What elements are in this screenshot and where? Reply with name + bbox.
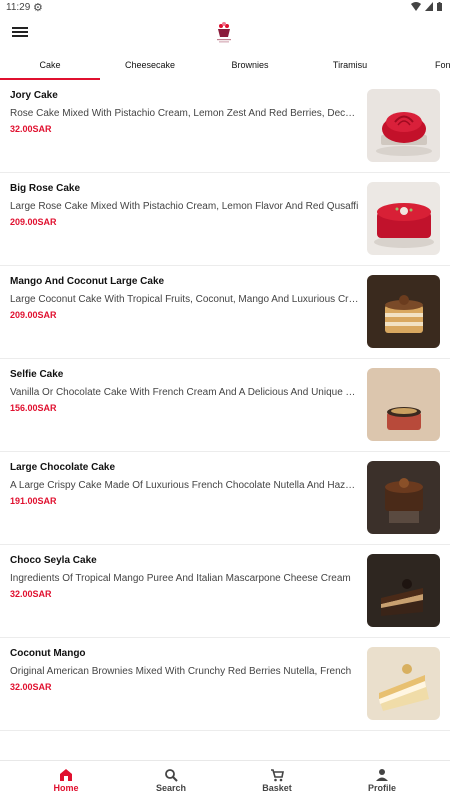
app-logo	[209, 17, 239, 47]
wifi-icon	[411, 2, 421, 11]
status-bar: 11:29 ⚙	[0, 0, 450, 16]
menu-icon-line	[12, 35, 28, 37]
menu-icon-line	[12, 27, 28, 29]
product-image	[367, 554, 440, 627]
bottom-navigation: Home Search Basket Profile	[0, 760, 450, 800]
product-description: Large Coconut Cake With Tropical Fruits,…	[10, 294, 360, 305]
product-description: Large Rose Cake Mixed With Pistachio Cre…	[10, 201, 359, 212]
product-description: Ingredients Of Tropical Mango Puree And …	[10, 573, 351, 584]
category-tabs: Cake Cheesecake Brownies Tiramisu Fon	[0, 54, 450, 80]
battery-icon	[437, 2, 442, 11]
tab-tiramisu[interactable]: Tiramisu	[300, 54, 400, 80]
app-bar	[0, 16, 450, 54]
tab-cheesecake[interactable]: Cheesecake	[100, 54, 200, 80]
tab-cake[interactable]: Cake	[0, 54, 100, 80]
menu-icon-line	[12, 31, 28, 33]
product-image	[367, 368, 440, 441]
product-name: Jory Cake	[10, 90, 58, 101]
product-item[interactable]: Mango And Coconut Large Cake Large Cocon…	[0, 266, 450, 359]
nav-profile[interactable]: Profile	[352, 765, 412, 799]
product-price: 191.00SAR	[10, 496, 57, 506]
nav-label: Basket	[262, 783, 292, 793]
nav-label: Search	[155, 783, 187, 793]
profile-icon	[376, 769, 388, 781]
product-price: 32.00SAR	[10, 124, 52, 134]
product-item[interactable]: Big Rose Cake Large Rose Cake Mixed With…	[0, 173, 450, 266]
product-image	[367, 275, 440, 348]
nav-label: Profile	[367, 783, 396, 793]
product-item[interactable]: Large Chocolate Cake A Large Crispy Cake…	[0, 452, 450, 545]
search-icon	[165, 769, 178, 782]
product-price: 156.00SAR	[10, 403, 57, 413]
product-item[interactable]: Jory Cake Rose Cake Mixed With Pistachio…	[0, 80, 450, 173]
status-indicators	[411, 2, 442, 11]
product-list: Jory Cake Rose Cake Mixed With Pistachio…	[0, 80, 450, 760]
nav-label: Home	[53, 783, 79, 793]
product-image	[367, 89, 440, 162]
product-image	[367, 647, 440, 720]
product-description: Rose Cake Mixed With Pistachio Cream, Le…	[10, 108, 360, 119]
menu-button[interactable]	[12, 25, 28, 41]
tab-fondant[interactable]: Fon	[400, 54, 450, 80]
product-description: A Large Crispy Cake Made Of Luxurious Fr…	[10, 480, 360, 491]
settings-gear-icon: ⚙	[33, 2, 43, 14]
product-name: Large Chocolate Cake	[10, 462, 116, 473]
basket-icon	[271, 769, 284, 782]
product-name: Selfie Cake	[10, 369, 64, 380]
product-name: Coconut Mango	[10, 648, 86, 659]
product-name: Choco Seyla Cake	[10, 555, 97, 566]
signal-icon	[425, 2, 433, 11]
product-price: 32.00SAR	[10, 682, 52, 692]
product-description: Vanilla Or Chocolate Cake With French Cr…	[10, 387, 360, 398]
product-name: Mango And Coconut Large Cake	[10, 276, 165, 287]
product-price: 209.00SAR	[10, 310, 57, 320]
tab-brownies[interactable]: Brownies	[200, 54, 300, 80]
nav-home[interactable]: Home	[36, 765, 96, 799]
home-icon	[60, 769, 72, 781]
product-image	[367, 182, 440, 255]
product-item[interactable]: Selfie Cake Vanilla Or Chocolate Cake Wi…	[0, 359, 450, 452]
product-name: Big Rose Cake	[10, 183, 81, 194]
product-description: Original American Brownies Mixed With Cr…	[10, 666, 352, 677]
product-price: 209.00SAR	[10, 217, 57, 227]
status-time: 11:29	[6, 2, 31, 13]
nav-search[interactable]: Search	[141, 765, 201, 799]
product-price: 32.00SAR	[10, 589, 52, 599]
nav-basket[interactable]: Basket	[247, 765, 307, 799]
product-item[interactable]: Choco Seyla Cake Ingredients Of Tropical…	[0, 545, 450, 638]
product-image	[367, 461, 440, 534]
product-item[interactable]: Coconut Mango Original American Brownies…	[0, 638, 450, 731]
